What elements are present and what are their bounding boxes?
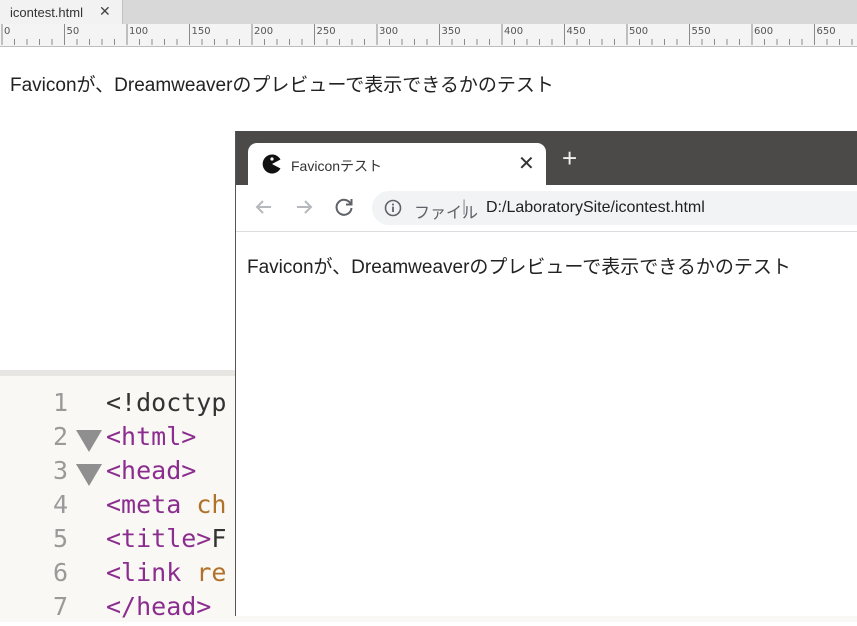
browser-toolbar: ファイル | D:/LaboratorySite/icontest.html	[236, 185, 857, 232]
code-token: ch	[181, 490, 227, 519]
ruler-label: 550	[692, 26, 711, 37]
line-number: 5	[52, 524, 68, 553]
address-bar[interactable]: ファイル | D:/LaboratorySite/icontest.html	[372, 191, 857, 225]
code-token: <meta	[106, 490, 182, 519]
ruler-label: 300	[379, 26, 398, 37]
browser-tab[interactable]: Faviconテスト ✕	[248, 143, 546, 185]
ruler-label: 350	[442, 26, 461, 37]
address-scheme-label: ファイル	[414, 205, 479, 222]
code-token: <link	[106, 558, 182, 587]
browser-tab-title: Faviconテスト	[291, 158, 383, 174]
ruler-label: 600	[754, 26, 773, 37]
new-tab-plus-icon[interactable]: +	[562, 145, 577, 171]
line-number: 3	[52, 456, 68, 485]
ruler-label: 200	[254, 26, 273, 37]
address-url[interactable]: D:/LaboratorySite/icontest.html	[486, 199, 705, 217]
code-token: F	[211, 524, 227, 553]
reload-icon[interactable]	[332, 195, 356, 219]
ruler-label: 650	[817, 26, 836, 37]
line-number: 2	[52, 422, 68, 451]
fold-triangle-icon[interactable]	[76, 464, 102, 486]
ruler-label: 450	[567, 26, 586, 37]
fold-triangle-icon[interactable]	[76, 430, 102, 452]
document-tab-bar: icontest.html ✕	[0, 0, 857, 24]
ruler-label: 150	[192, 26, 211, 37]
design-view-text[interactable]: Faviconが、Dreamweaverのプレビューで表示できるかのテスト	[10, 70, 554, 97]
document-tab-label: icontest.html	[10, 5, 83, 20]
close-icon[interactable]: ✕	[99, 3, 111, 20]
document-tab[interactable]: icontest.html ✕	[0, 0, 123, 24]
ruler: 0 50 100 150 200 250 300 350 400 450 500 550 600 650	[0, 24, 857, 47]
ruler-label: 100	[129, 26, 148, 37]
info-circle-icon[interactable]	[384, 199, 402, 217]
code-token: <head>	[106, 456, 197, 485]
ruler-ticks: 0 50 100 150 200 250 300 350 400 450 500 550 600 650	[1, 24, 853, 45]
code-token: re	[181, 558, 227, 587]
line-number: 4	[52, 490, 68, 519]
browser-tab-strip: Faviconテスト ✕ +	[236, 131, 857, 185]
pacman-favicon-icon	[262, 154, 281, 174]
ruler-label: 500	[629, 26, 648, 37]
line-number: 6	[52, 558, 68, 587]
code-token: <html>	[106, 422, 197, 451]
line-number: 7	[52, 592, 68, 621]
code-token: <!doctyp	[106, 388, 227, 417]
ruler-label: 50	[67, 26, 80, 37]
code-token: <title>	[106, 524, 212, 553]
code-token: </head>	[106, 592, 212, 621]
address-separator: |	[462, 198, 467, 215]
ruler-label: 0	[4, 26, 10, 37]
close-icon[interactable]: ✕	[518, 151, 535, 176]
browser-window: Faviconテスト ✕ + ファイル | D:/LaboratorySite/…	[235, 131, 857, 616]
browser-page-text: Faviconが、Dreamweaverのプレビューで表示できるかのテスト	[247, 257, 791, 278]
line-number: 1	[52, 388, 68, 417]
arrow-left-icon[interactable]	[252, 195, 276, 219]
ruler-label: 400	[504, 26, 523, 37]
arrow-right-icon[interactable]	[292, 195, 316, 219]
ruler-label: 250	[317, 26, 336, 37]
